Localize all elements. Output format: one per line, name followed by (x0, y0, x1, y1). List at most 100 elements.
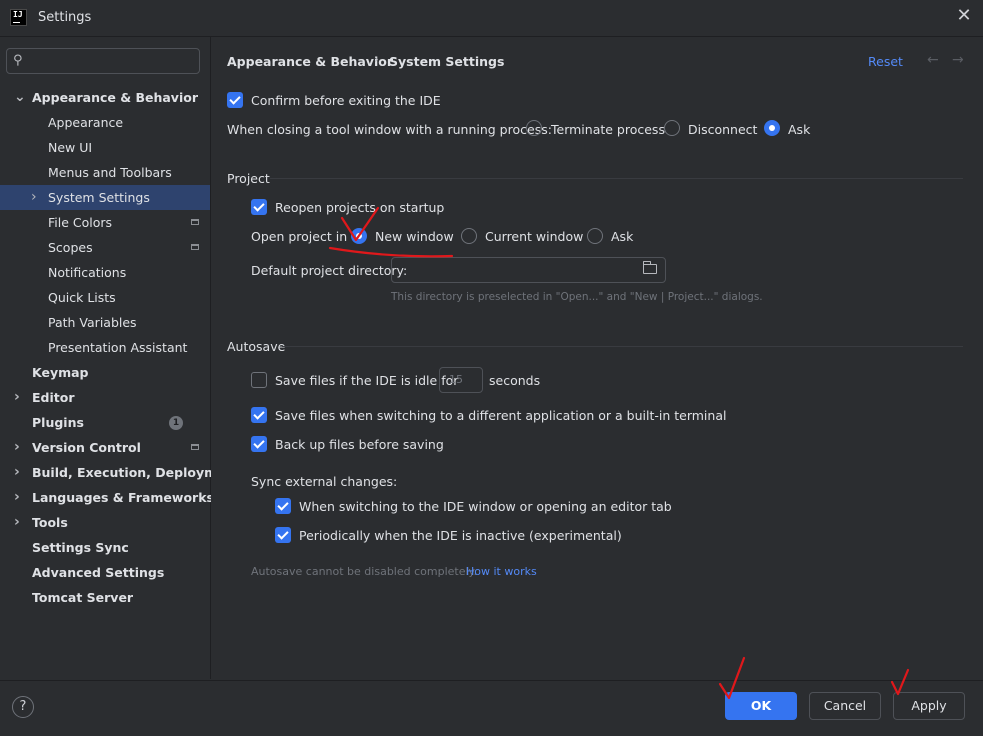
open-project-in-label: Open project in (251, 229, 348, 244)
current-window-label: Current window (485, 229, 584, 244)
sidebar-item-label: Tomcat Server (32, 590, 134, 605)
sidebar-item-label: Advanced Settings (32, 565, 165, 580)
save-on-switch-checkbox[interactable] (251, 407, 267, 423)
folder-icon[interactable] (643, 261, 657, 274)
sidebar-item-new-ui[interactable]: New UI (0, 135, 210, 160)
sidebar-item-scopes[interactable]: Scopes (0, 235, 210, 260)
help-icon[interactable]: ? (12, 696, 34, 718)
sidebar-item-editor[interactable]: › Editor (0, 385, 210, 410)
sidebar-item-languages-frameworks[interactable]: › Languages & Frameworks (0, 485, 214, 510)
sidebar-item-label: Settings Sync (32, 540, 129, 555)
default-directory-hint: This directory is preselected in "Open..… (391, 291, 763, 303)
cancel-button[interactable]: Cancel (809, 692, 881, 720)
ask-closing-label: Ask (788, 122, 811, 137)
sidebar-item-tools[interactable]: › Tools (0, 510, 210, 535)
backup-files-label: Back up files before saving (275, 437, 444, 452)
autosave-section-title: Autosave (227, 339, 286, 354)
sidebar-item-label: Presentation Assistant (48, 340, 188, 355)
sidebar-item-appearance[interactable]: Appearance (0, 110, 210, 135)
default-project-directory-input[interactable] (391, 257, 666, 283)
sidebar-item-system-settings[interactable]: › System Settings (0, 185, 210, 210)
sync-on-switch-label: When switching to the IDE window or open… (299, 499, 672, 514)
save-on-switch-label: Save files when switching to a different… (275, 408, 727, 423)
reopen-projects-label: Reopen projects on startup (275, 200, 445, 215)
sidebar-item-file-colors[interactable]: File Colors (0, 210, 210, 235)
confirm-exit-checkbox[interactable] (227, 92, 243, 108)
chevron-right-icon[interactable]: › (14, 435, 20, 460)
settings-sidebar: ⚲ ⌄ Appearance & Behavior Appearance New UI… (0, 37, 240, 679)
disconnect-radio[interactable] (664, 120, 680, 136)
breadcrumb-parent[interactable]: Appearance & Behavior (227, 54, 393, 69)
sidebar-item-settings-sync[interactable]: Settings Sync (0, 535, 210, 560)
chevron-right-icon[interactable]: › (14, 510, 20, 535)
chevron-down-icon[interactable]: ⌄ (14, 85, 26, 110)
chevron-right-icon[interactable]: › (14, 460, 20, 485)
new-window-label: New window (375, 229, 454, 244)
closing-tool-window-label: When closing a tool window with a runnin… (227, 122, 552, 137)
sidebar-item-label: Scopes (48, 240, 93, 255)
sidebar-item-quick-lists[interactable]: Quick Lists (0, 285, 210, 310)
intellij-logo-icon: IJ (10, 9, 27, 26)
sidebar-item-label: System Settings (48, 190, 150, 205)
sidebar-item-label: Path Variables (48, 315, 137, 330)
reopen-projects-checkbox[interactable] (251, 199, 267, 215)
sidebar-item-tomcat-server[interactable]: Tomcat Server (0, 585, 210, 610)
sidebar-item-label: Tools (32, 515, 68, 530)
sidebar-item-label: Editor (32, 390, 75, 405)
close-icon[interactable]: ✕ (955, 7, 973, 25)
sidebar-item-keymap[interactable]: Keymap (0, 360, 210, 385)
search-icon: ⚲ (13, 53, 23, 68)
sidebar-item-label: Version Control (32, 440, 141, 455)
sidebar-item-label: Appearance (48, 115, 124, 130)
window-title: Settings (38, 10, 92, 25)
sync-on-switch-checkbox[interactable] (275, 498, 291, 514)
ok-button[interactable]: OK (725, 692, 797, 720)
disconnect-label: Disconnect (688, 122, 758, 137)
chevron-right-icon[interactable]: › (14, 385, 20, 410)
sidebar-item-build-execution-deployment[interactable]: › Build, Execution, Deployment (0, 460, 240, 485)
reset-link[interactable]: Reset (868, 54, 903, 69)
backup-files-checkbox[interactable] (251, 436, 267, 452)
sidebar-item-path-variables[interactable]: Path Variables (0, 310, 210, 335)
update-count-badge: 1 (169, 416, 183, 430)
sidebar-item-version-control[interactable]: › Version Control (0, 435, 210, 460)
sync-periodic-label: Periodically when the IDE is inactive (e… (299, 528, 622, 543)
how-it-works-link[interactable]: How it works (466, 565, 537, 578)
idle-seconds-input[interactable]: 15 (439, 367, 483, 393)
sidebar-item-presentation-assistant[interactable]: Presentation Assistant (0, 335, 210, 360)
sidebar-item-label: File Colors (48, 215, 113, 230)
autosave-separator (282, 346, 963, 347)
settings-search-input[interactable]: ⚲ (6, 48, 200, 74)
idle-save-label: Save files if the IDE is idle for (275, 373, 459, 388)
sidebar-item-label: New UI (48, 140, 93, 155)
sidebar-item-label: Appearance & Behavior (32, 90, 198, 105)
current-window-radio[interactable] (461, 228, 477, 244)
breadcrumb-separator-icon: › (374, 52, 379, 66)
sidebar-item-advanced-settings[interactable]: Advanced Settings (0, 560, 210, 585)
project-separator (270, 178, 963, 179)
project-scope-icon (191, 444, 199, 450)
sync-periodic-checkbox[interactable] (275, 527, 291, 543)
chevron-right-icon[interactable]: › (31, 185, 37, 210)
idle-seconds-unit: seconds (489, 373, 541, 388)
sidebar-item-label: Build, Execution, Deployment (32, 465, 241, 480)
idle-save-checkbox[interactable] (251, 372, 267, 388)
sidebar-item-label: Keymap (32, 365, 89, 380)
back-arrow-icon[interactable]: ← (927, 52, 939, 68)
apply-button[interactable]: Apply (893, 692, 965, 720)
project-scope-icon (191, 244, 199, 250)
forward-arrow-icon[interactable]: → (952, 52, 964, 68)
chevron-right-icon[interactable]: › (14, 485, 20, 510)
ask-closing-radio[interactable] (764, 120, 780, 136)
default-project-directory-label: Default project directory: (251, 263, 408, 278)
new-window-radio[interactable] (351, 228, 367, 244)
sidebar-item-appearance-behavior[interactable]: ⌄ Appearance & Behavior (0, 85, 210, 110)
autosave-note: Autosave cannot be disabled completely. (251, 565, 477, 578)
sidebar-item-notifications[interactable]: Notifications (0, 260, 210, 285)
sidebar-item-plugins[interactable]: Plugins 1 (0, 410, 210, 435)
sidebar-item-menus-and-toolbars[interactable]: Menus and Toolbars (0, 160, 210, 185)
terminate-process-radio[interactable] (526, 120, 542, 136)
sidebar-item-label: Plugins (32, 415, 84, 430)
sidebar-item-label: Notifications (48, 265, 127, 280)
ask-open-radio[interactable] (587, 228, 603, 244)
